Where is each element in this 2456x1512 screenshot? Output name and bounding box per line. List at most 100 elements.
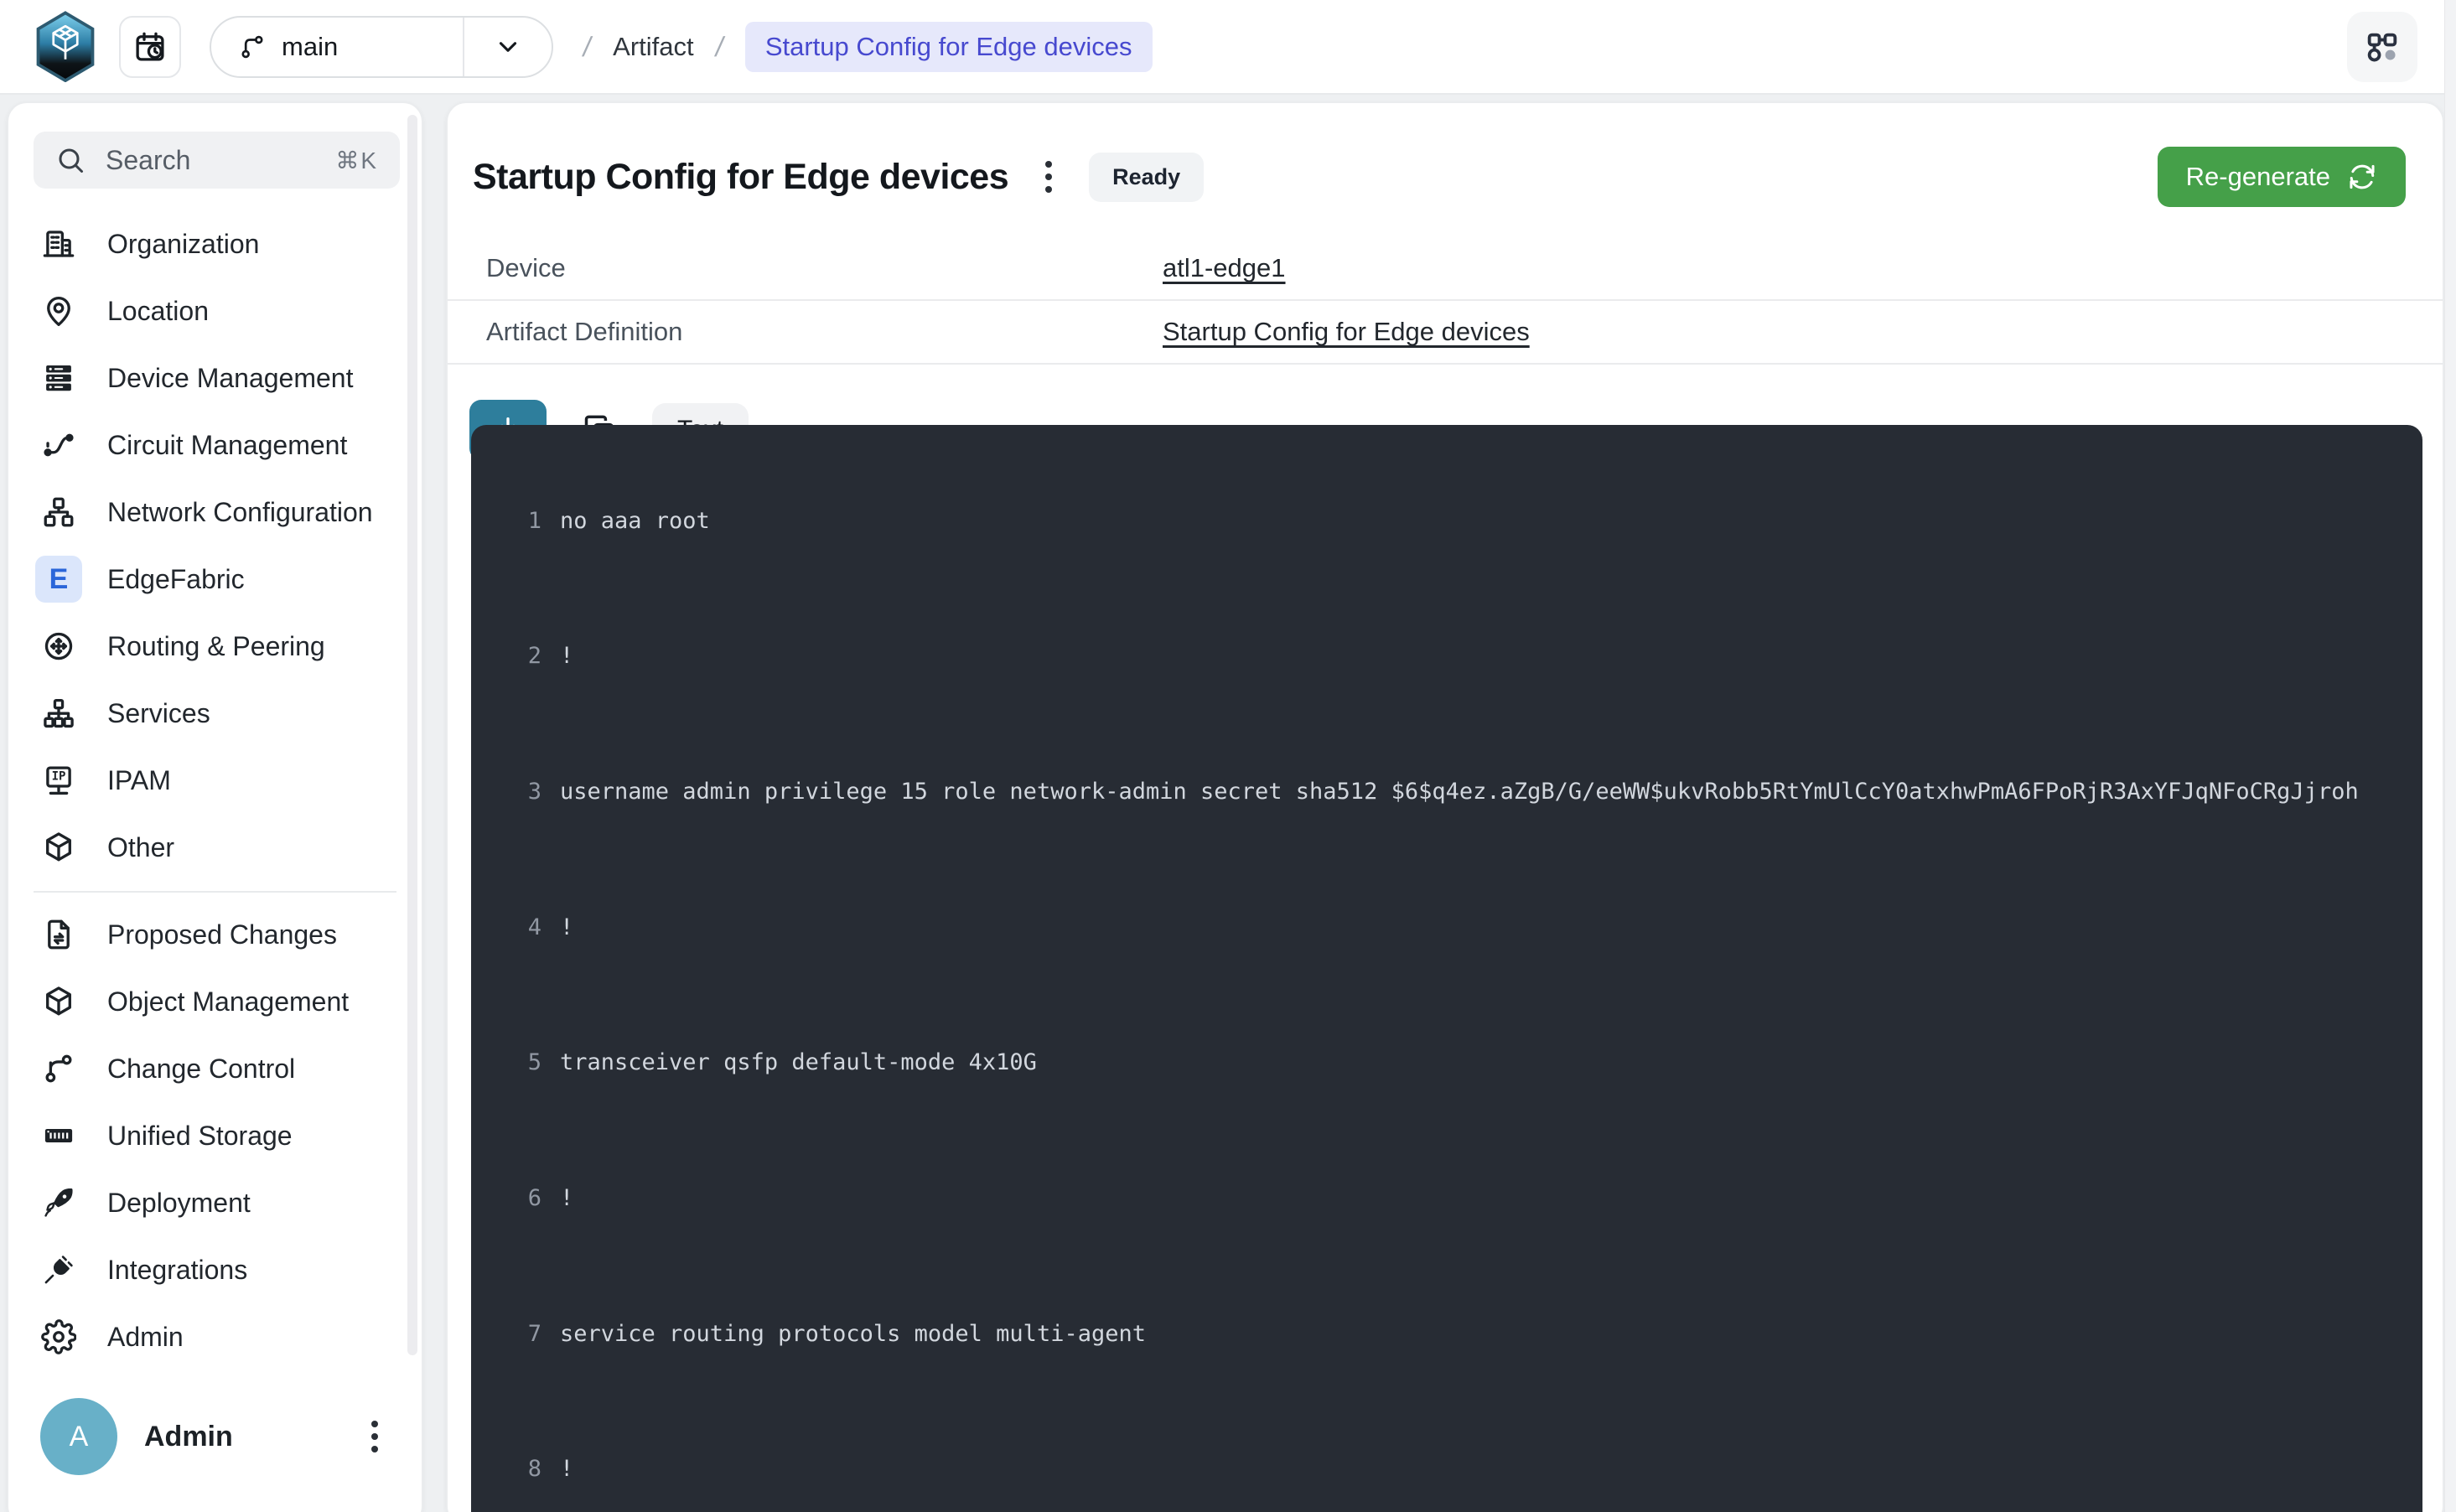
sidebar-item-services[interactable]: Services bbox=[8, 680, 422, 747]
cube-icon bbox=[35, 824, 82, 871]
regenerate-label: Re-generate bbox=[2186, 162, 2330, 192]
search-shortcut: ⌘K bbox=[335, 147, 378, 174]
field-label: Device bbox=[448, 253, 1163, 283]
breadcrumb-separator: / bbox=[712, 31, 726, 63]
code-line: 8 ! bbox=[471, 1452, 2422, 1486]
user-menu-kebab-icon[interactable] bbox=[365, 1414, 385, 1459]
code-line-text: ! bbox=[560, 1182, 573, 1215]
cube-icon bbox=[35, 978, 82, 1025]
search-placeholder: Search bbox=[106, 145, 315, 176]
network-icon bbox=[35, 489, 82, 536]
branch-selector[interactable]: main bbox=[210, 16, 553, 78]
code-line-number: 8 bbox=[471, 1452, 541, 1486]
sidebar-nav: Organization Location Device Management … bbox=[8, 210, 422, 1370]
code-line-text: transceiver qsfp default-mode 4x10G bbox=[560, 1046, 1037, 1080]
code-line: 4 ! bbox=[471, 911, 2422, 945]
sidebar-item-organization[interactable]: Organization bbox=[8, 210, 422, 277]
server-icon bbox=[35, 355, 82, 401]
sidebar: Search ⌘K Organization Location Device M… bbox=[7, 101, 423, 1512]
title-kebab-icon[interactable] bbox=[1039, 154, 1059, 199]
sidebar-item-network-configuration[interactable]: Network Configuration bbox=[8, 479, 422, 546]
git-branch-icon bbox=[35, 1045, 82, 1092]
topology-apps-button[interactable] bbox=[2347, 12, 2417, 82]
status-badge: Ready bbox=[1089, 153, 1204, 202]
sidebar-item-circuit-management[interactable]: Circuit Management bbox=[8, 412, 422, 479]
sidebar-item-other[interactable]: Other bbox=[8, 814, 422, 881]
sidebar-item-deployment[interactable]: Deployment bbox=[8, 1169, 422, 1236]
code-line-text: ! bbox=[560, 1452, 573, 1486]
sidebar-item-routing-peering[interactable]: Routing & Peering bbox=[8, 613, 422, 680]
detail-fields: Device atl1-edge1 Artifact Definition St… bbox=[448, 237, 2443, 365]
chevron-down-icon bbox=[494, 33, 522, 61]
code-line-number: 5 bbox=[471, 1046, 541, 1080]
code-line-text: no aaa root bbox=[560, 505, 710, 538]
field-row: Artifact Definition Startup Config for E… bbox=[448, 301, 2443, 365]
sidebar-item-ipam[interactable]: IP IPAM bbox=[8, 747, 422, 814]
field-row: Device atl1-edge1 bbox=[448, 237, 2443, 301]
sidebar-item-location[interactable]: Location bbox=[8, 277, 422, 344]
refresh-icon bbox=[2347, 162, 2377, 192]
app-logo-icon[interactable] bbox=[34, 11, 97, 83]
page-scrollbar[interactable] bbox=[2444, 0, 2456, 1512]
user-name: Admin bbox=[144, 1421, 338, 1453]
avatar: A bbox=[40, 1398, 117, 1475]
breadcrumb: / Artifact / Startup Config for Edge dev… bbox=[583, 22, 1153, 72]
page-title: Startup Config for Edge devices bbox=[473, 157, 1008, 198]
search-icon bbox=[55, 145, 85, 175]
sidebar-item-admin[interactable]: Admin bbox=[8, 1303, 422, 1370]
sidebar-item-proposed-changes[interactable]: Proposed Changes bbox=[8, 901, 422, 968]
git-branch-icon bbox=[238, 33, 267, 61]
code-line: 1 no aaa root bbox=[471, 505, 2422, 538]
code-line-number: 3 bbox=[471, 775, 541, 809]
sidebar-item-integrations[interactable]: Integrations bbox=[8, 1236, 422, 1303]
regenerate-button[interactable]: Re-generate bbox=[2158, 147, 2406, 207]
sidebar-divider bbox=[34, 891, 396, 893]
sidebar-item-device-management[interactable]: Device Management bbox=[8, 344, 422, 412]
code-line: 6 ! bbox=[471, 1182, 2422, 1215]
time-travel-calendar-button[interactable] bbox=[119, 16, 181, 78]
user-row[interactable]: A Admin bbox=[8, 1398, 422, 1475]
code-line-number: 4 bbox=[471, 911, 541, 945]
app-root: main / Artifact / Startup Config for Edg… bbox=[0, 0, 2456, 1512]
code-line-text: service routing protocols model multi-ag… bbox=[560, 1318, 1146, 1351]
code-line: 7 service routing protocols model multi-… bbox=[471, 1318, 2422, 1351]
topology-icon bbox=[2363, 28, 2402, 66]
code-line-number: 6 bbox=[471, 1182, 541, 1215]
file-change-icon bbox=[35, 911, 82, 958]
search-input[interactable]: Search ⌘K bbox=[34, 132, 400, 189]
sidebar-scrollbar[interactable] bbox=[407, 115, 417, 1355]
gear-icon bbox=[35, 1313, 82, 1360]
breadcrumb-artifact[interactable]: Artifact bbox=[613, 32, 693, 62]
field-value-link[interactable]: Startup Config for Edge devices bbox=[1163, 317, 1530, 347]
sidebar-item-object-management[interactable]: Object Management bbox=[8, 968, 422, 1035]
ipam-icon: IP bbox=[35, 757, 82, 804]
storage-icon bbox=[35, 1112, 82, 1159]
code-line-number: 2 bbox=[471, 639, 541, 673]
building-icon bbox=[35, 220, 82, 267]
plug-icon bbox=[35, 1246, 82, 1293]
main-panel: Startup Config for Edge devices Ready Re… bbox=[446, 101, 2444, 1512]
top-bar: main / Artifact / Startup Config for Edg… bbox=[0, 0, 2456, 95]
sidebar-item-unified-storage[interactable]: Unified Storage bbox=[8, 1102, 422, 1169]
edgefabric-badge-icon: E bbox=[35, 556, 82, 603]
breadcrumb-current[interactable]: Startup Config for Edge devices bbox=[745, 22, 1153, 72]
sidebar-item-change-control[interactable]: Change Control bbox=[8, 1035, 422, 1102]
branch-dropdown-caret[interactable] bbox=[463, 16, 552, 78]
branch-selector-value: main bbox=[211, 32, 463, 62]
code-line-number: 7 bbox=[471, 1318, 541, 1351]
sidebar-item-edgefabric[interactable]: E EdgeFabric bbox=[8, 546, 422, 613]
branch-name: main bbox=[282, 32, 338, 62]
code-line-text: ! bbox=[560, 911, 573, 945]
breadcrumb-separator: / bbox=[581, 31, 594, 63]
circuit-icon bbox=[35, 422, 82, 469]
code-line: 3 username admin privilege 15 role netwo… bbox=[471, 775, 2422, 809]
config-code-block: 1 no aaa root 2 ! 3 username admin privi… bbox=[471, 425, 2422, 1512]
field-label: Artifact Definition bbox=[448, 317, 1163, 347]
map-pin-icon bbox=[35, 287, 82, 334]
rocket-icon bbox=[35, 1179, 82, 1226]
hierarchy-icon bbox=[35, 690, 82, 737]
code-line: 2 ! bbox=[471, 639, 2422, 673]
svg-text:IP: IP bbox=[52, 769, 66, 783]
field-value-link[interactable]: atl1-edge1 bbox=[1163, 253, 1286, 283]
code-line-text: ! bbox=[560, 639, 573, 673]
